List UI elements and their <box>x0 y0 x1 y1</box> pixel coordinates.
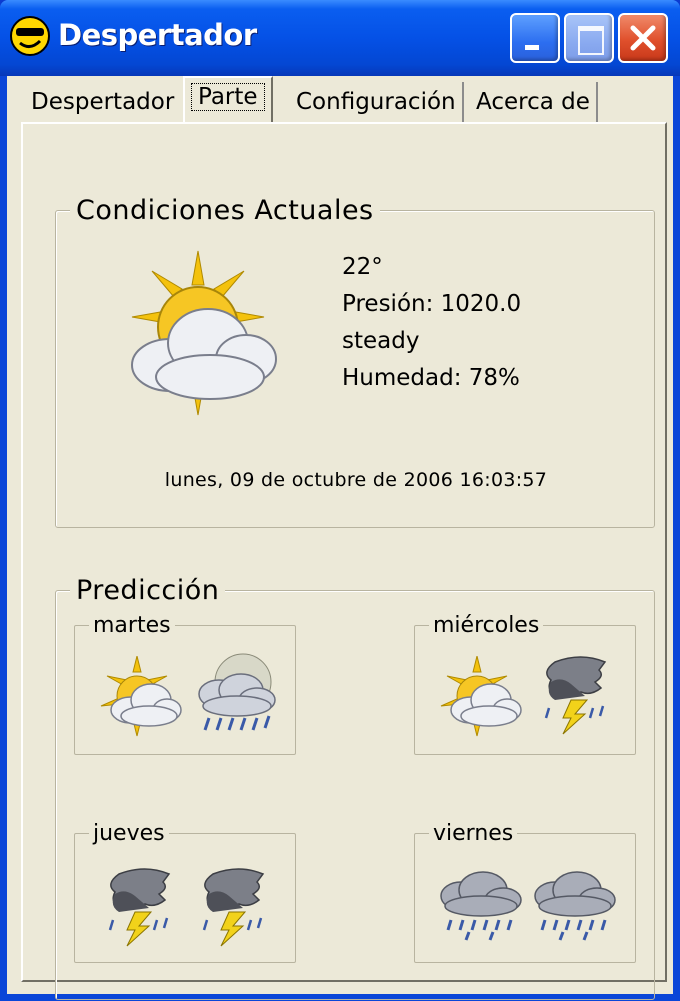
temperature-value: 22° <box>342 254 383 280</box>
thunderstorm-icon <box>202 868 265 947</box>
partly-cloudy-sun-icon <box>100 656 182 737</box>
minimize-button[interactable] <box>510 13 560 63</box>
partly-cloudy-sun-icon <box>440 656 522 737</box>
thunderstorm-icon <box>544 656 607 735</box>
day-label: jueves <box>89 821 169 846</box>
day-label: miércoles <box>429 613 544 638</box>
tab-configuracion[interactable]: Configuración <box>290 82 464 122</box>
client-area: Despertador Parte Configuración Acerca d… <box>7 76 673 1000</box>
thunderstorm-icon <box>108 868 171 947</box>
current-conditions-title: Condiciones Actuales <box>70 195 380 226</box>
forecast-title: Predicción <box>70 575 226 606</box>
current-conditions-group: Condiciones Actuales 22° Presión: 1020.0… <box>55 195 655 528</box>
window-title: Despertador <box>58 18 257 52</box>
forecast-day-jueves: jueves <box>74 821 296 963</box>
current-readings: 22° Presión: 1020.0 steady Humedad: 78% <box>342 249 521 397</box>
close-icon <box>630 25 656 51</box>
trend-value: steady <box>342 328 420 354</box>
tab-despertador[interactable]: Despertador <box>25 82 180 122</box>
tab-panel: Condiciones Actuales 22° Presión: 1020.0… <box>21 122 667 1000</box>
current-datetime: lunes, 09 de octubre de 2006 16:03:57 <box>164 469 548 491</box>
close-button[interactable] <box>618 13 668 63</box>
pressure-value: Presión: 1020.0 <box>342 291 522 317</box>
forecast-group: Predicción martes miércoles jueves viern… <box>55 575 655 1000</box>
smiley-sunglasses-icon <box>10 16 50 56</box>
tab-acerca-de[interactable]: Acerca de <box>470 82 598 122</box>
tab-parte-label: Parte <box>191 83 265 111</box>
forecast-day-martes: martes <box>74 613 296 755</box>
humidity-value: Humedad: 78% <box>342 365 520 391</box>
tab-parte[interactable]: Parte <box>183 76 273 124</box>
forecast-day-viernes: viernes <box>414 821 636 963</box>
maximize-button[interactable] <box>564 13 614 63</box>
rain-icon <box>440 871 522 941</box>
day-label: viernes <box>429 821 518 846</box>
rain-icon <box>534 871 616 941</box>
forecast-day-miercoles: miércoles <box>414 613 636 755</box>
rain-moon-icon <box>198 653 276 731</box>
app-window: Despertador Despertador Parte Configurac… <box>0 0 680 1001</box>
partly-cloudy-sun-icon <box>131 250 277 416</box>
title-bar[interactable]: Despertador <box>0 0 680 76</box>
day-label: martes <box>89 613 175 638</box>
